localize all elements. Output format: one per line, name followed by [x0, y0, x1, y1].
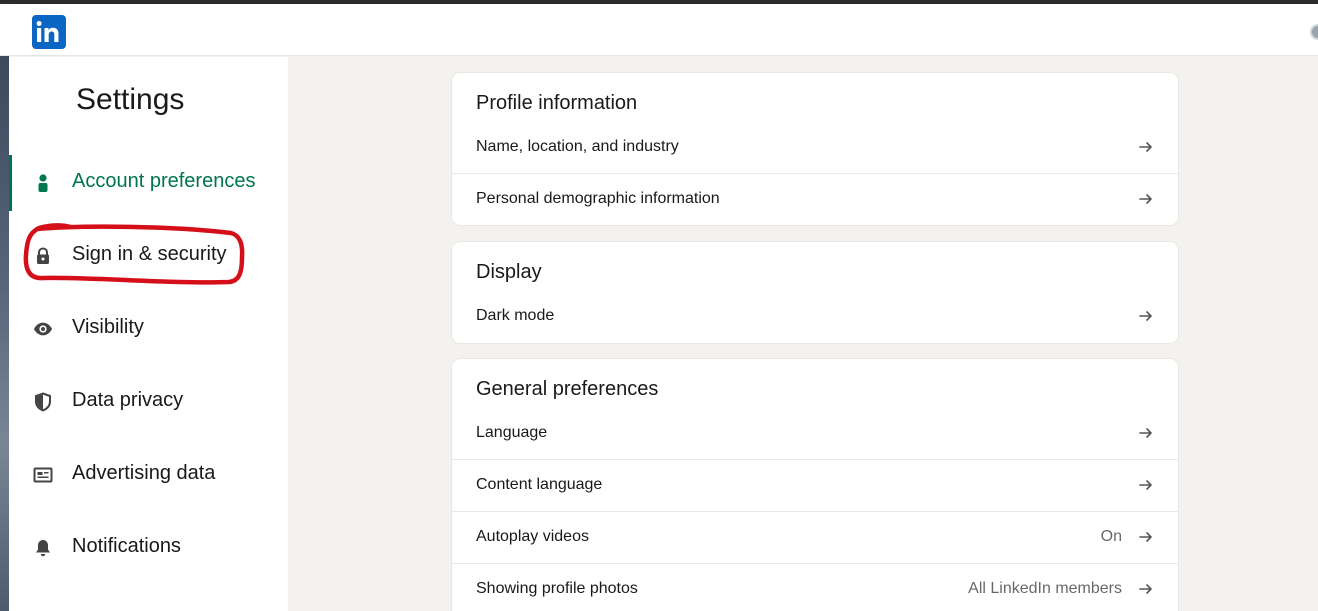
profile-information-card: Profile information Name, location, and … — [452, 73, 1178, 225]
sidebar-item-label: Advertising data — [72, 462, 216, 484]
window-edge — [0, 56, 9, 611]
arrow-right-icon — [1139, 194, 1152, 204]
active-indicator — [9, 155, 12, 211]
arrow-right-icon — [1139, 142, 1152, 152]
settings-row-content-language[interactable]: Content language — [452, 459, 1178, 511]
row-label: Personal demographic information — [476, 190, 720, 207]
settings-row-dark-mode[interactable]: Dark mode — [452, 291, 1178, 343]
section-title: Profile information — [476, 92, 638, 114]
row-label: Language — [476, 424, 548, 441]
settings-row-autoplay-videos[interactable]: Autoplay videos On — [452, 511, 1178, 563]
sidebar-item-label: Visibility — [72, 316, 144, 338]
section-title: Display — [476, 261, 542, 283]
bell-icon — [33, 538, 53, 558]
settings-row-name-location-industry[interactable]: Name, location, and industry — [452, 122, 1178, 174]
eye-icon — [33, 319, 53, 339]
row-value: All LinkedIn members — [968, 580, 1122, 597]
settings-row-language[interactable]: Language — [452, 408, 1178, 460]
arrow-right-icon — [1139, 480, 1152, 490]
sidebar-item-label: Account preferences — [72, 170, 256, 192]
row-label: Name, location, and industry — [476, 138, 679, 155]
linkedin-logo-icon — [36, 21, 59, 42]
general-preferences-card: General preferences Language Content lan… — [452, 359, 1178, 611]
newspaper-icon — [33, 465, 53, 485]
sidebar-item-label: Notifications — [72, 535, 181, 557]
sidebar-item-advertising-data[interactable]: Advertising data — [9, 447, 288, 503]
row-value: On — [1100, 528, 1122, 545]
arrow-right-icon — [1139, 428, 1152, 438]
profile-avatar[interactable] — [1310, 24, 1318, 40]
arrow-right-icon — [1139, 584, 1152, 594]
arrow-right-icon — [1139, 532, 1152, 542]
arrow-right-icon — [1139, 311, 1152, 321]
sidebar-item-sign-in-security[interactable]: Sign in & security — [9, 228, 288, 284]
sidebar-item-data-privacy[interactable]: Data privacy — [9, 374, 288, 430]
shield-icon — [33, 392, 53, 412]
person-icon — [33, 173, 53, 193]
sidebar-item-notifications[interactable]: Notifications — [9, 520, 288, 576]
settings-row-showing-profile-photos[interactable]: Showing profile photos All LinkedIn memb… — [452, 563, 1178, 611]
lock-icon — [33, 246, 53, 266]
linkedin-logo[interactable] — [32, 15, 66, 49]
settings-row-personal-demographic[interactable]: Personal demographic information — [452, 173, 1178, 225]
top-header — [0, 4, 1318, 56]
settings-sidebar: Settings Account preferences Sign in & s… — [9, 57, 288, 611]
sidebar-item-label: Data privacy — [72, 389, 184, 411]
row-label: Showing profile photos — [476, 580, 638, 597]
sidebar-item-visibility[interactable]: Visibility — [9, 301, 288, 357]
row-label: Dark mode — [476, 307, 555, 324]
display-card: Display Dark mode — [452, 242, 1178, 343]
section-title: General preferences — [476, 378, 659, 400]
sidebar-item-label: Sign in & security — [72, 243, 227, 265]
row-label: Autoplay videos — [476, 528, 589, 545]
row-label: Content language — [476, 476, 603, 493]
settings-title: Settings — [76, 83, 185, 116]
sidebar-item-account-preferences[interactable]: Account preferences — [9, 155, 288, 211]
